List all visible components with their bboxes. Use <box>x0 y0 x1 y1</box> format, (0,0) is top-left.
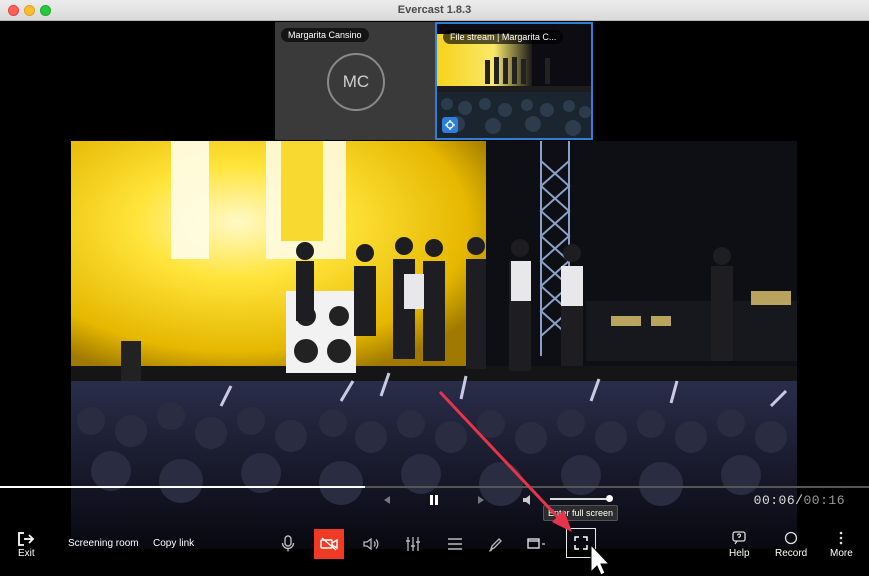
total-time: 00:16 <box>803 493 845 508</box>
copy-link-button[interactable]: Copy link <box>153 538 194 549</box>
window-title: Evercast 1.8.3 <box>397 4 472 16</box>
pause-icon[interactable] <box>428 493 440 507</box>
participant-tile[interactable]: Margarita Cansino MC <box>275 22 435 140</box>
exit-arrow-icon[interactable] <box>17 531 35 547</box>
window-layout-icon[interactable] <box>522 529 552 559</box>
record-icon[interactable] <box>784 531 798 545</box>
volume-slider-knob[interactable] <box>606 495 613 502</box>
speaker-icon[interactable] <box>356 529 386 559</box>
file-stream-label: File stream | Margarita C... <box>443 30 564 44</box>
fullscreen-tooltip: Enter full screen <box>543 505 619 521</box>
avatar: MC <box>327 53 385 111</box>
pen-icon[interactable] <box>481 529 511 559</box>
help-icon[interactable] <box>731 531 747 545</box>
record-button[interactable]: Record <box>775 548 807 559</box>
volume-icon[interactable] <box>521 493 537 507</box>
pin-icon[interactable] <box>442 117 458 133</box>
microphone-icon[interactable] <box>273 529 303 559</box>
file-stream-tile[interactable]: File stream | Margarita C... <box>435 22 593 140</box>
title-bar: Evercast 1.8.3 <box>0 0 869 21</box>
skip-forward-icon[interactable] <box>475 494 487 506</box>
time-readout: 00:06/00:16 <box>754 493 845 508</box>
progress-fill <box>0 486 365 488</box>
volume-slider-track[interactable] <box>550 498 612 500</box>
exit-button[interactable]: Exit <box>18 548 35 559</box>
more-dots-icon[interactable] <box>838 531 844 545</box>
skip-back-icon[interactable] <box>381 494 393 506</box>
hamburger-icon[interactable] <box>440 529 470 559</box>
fullscreen-icon[interactable] <box>566 528 596 558</box>
screening-room-link[interactable]: Screening room <box>68 538 139 549</box>
participant-name-label: Margarita Cansino <box>281 28 369 42</box>
current-time: 00:06 <box>753 493 796 508</box>
help-button[interactable]: Help <box>729 548 750 559</box>
sliders-icon[interactable] <box>398 529 428 559</box>
video-off-icon[interactable] <box>314 529 344 559</box>
more-button[interactable]: More <box>830 548 853 559</box>
